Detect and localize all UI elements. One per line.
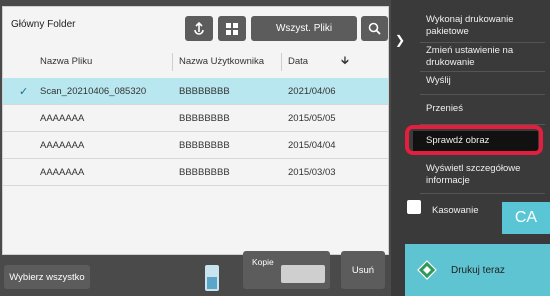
- select-all-label: Wybierz wszystko: [9, 271, 85, 283]
- select-all-button[interactable]: Wybierz wszystko: [4, 265, 90, 289]
- folder-title: Główny Folder: [11, 19, 76, 30]
- row-date: 2015/04/04: [288, 139, 336, 151]
- row-date: 2015/03/03: [288, 166, 336, 178]
- table-row[interactable]: AAAAAAA BBBBBBBB 2015/05/05: [3, 105, 388, 132]
- chevron-right-icon: ❯: [394, 33, 406, 47]
- copies-input[interactable]: [281, 265, 325, 283]
- delete-label: Usuń: [351, 264, 375, 276]
- highlight-frame: [405, 125, 543, 155]
- row-file: Scan_20210406_085320: [40, 85, 147, 97]
- sort-down-icon[interactable]: 🡳: [341, 45, 349, 78]
- bottom-bar: Wybierz wszystko Kopie Usuń: [0, 251, 391, 296]
- grid-icon: [226, 22, 238, 35]
- collapse-button[interactable]: ❯: [391, 0, 409, 80]
- toolbar: Główny Folder Wszyst. Pliki: [3, 7, 388, 46]
- print-now-button[interactable]: Drukuj teraz: [405, 244, 550, 296]
- row-file: AAAAAAA: [40, 139, 85, 151]
- search-button[interactable]: [361, 16, 388, 41]
- toner-icon: [205, 265, 219, 291]
- table-row[interactable]: AAAAAAA BBBBBBBB 2015/03/03: [3, 159, 388, 186]
- row-user: BBBBBBBB: [179, 85, 230, 97]
- menu-batch-print[interactable]: Wykonaj drukowanie pakietowe: [426, 14, 536, 38]
- delete-button[interactable]: Usuń: [341, 251, 385, 289]
- row-file: AAAAAAA: [40, 166, 85, 178]
- grid-view-button[interactable]: [218, 16, 246, 41]
- copies-control[interactable]: Kopie: [243, 251, 330, 289]
- all-files-label: Wszyst. Pliki: [275, 23, 333, 34]
- row-date: 2015/05/05: [288, 112, 336, 124]
- header-user-name[interactable]: Nazwa Użytkownika: [179, 45, 264, 78]
- refresh-icon: [194, 21, 204, 35]
- menu-send[interactable]: Wyślij: [426, 75, 451, 87]
- header-date[interactable]: Data: [288, 45, 308, 78]
- check-icon: ✓: [19, 85, 29, 98]
- table-row[interactable]: AAAAAAA BBBBBBBB 2015/04/04: [3, 132, 388, 159]
- row-user: BBBBBBBB: [179, 166, 230, 178]
- copies-label: Kopie: [252, 257, 274, 267]
- header-file-name[interactable]: Nazwa Pliku: [40, 45, 92, 78]
- erase-checkbox[interactable]: [407, 200, 421, 214]
- menu-change-print-settings[interactable]: Zmień ustawienie na drukowanie: [426, 45, 536, 69]
- table-row[interactable]: ✓ Scan_20210406_085320 BBBBBBBB 2021/04/…: [3, 78, 388, 105]
- row-user: BBBBBBBB: [179, 112, 230, 124]
- row-date: 2021/04/06: [288, 85, 336, 97]
- table-header: Nazwa Pliku Nazwa Użytkownika Data 🡳: [3, 45, 388, 79]
- ca-label: CA: [514, 209, 538, 226]
- file-list-panel: Główny Folder Wszyst. Pliki Nazwa Pliku …: [2, 6, 389, 255]
- row-user: BBBBBBBB: [179, 139, 230, 151]
- print-now-label: Drukuj teraz: [451, 264, 505, 276]
- all-files-button[interactable]: Wszyst. Pliki: [251, 16, 357, 41]
- row-file: AAAAAAA: [40, 112, 85, 124]
- menu-show-details[interactable]: Wyświetl szczegółowe informacje: [426, 163, 536, 187]
- start-diamond-icon: [417, 260, 437, 280]
- search-icon: [368, 22, 381, 35]
- erase-label: Kasowanie: [432, 205, 479, 216]
- ca-button[interactable]: CA: [502, 202, 550, 234]
- refresh-button[interactable]: [185, 16, 213, 41]
- menu-move[interactable]: Przenieś: [426, 103, 463, 115]
